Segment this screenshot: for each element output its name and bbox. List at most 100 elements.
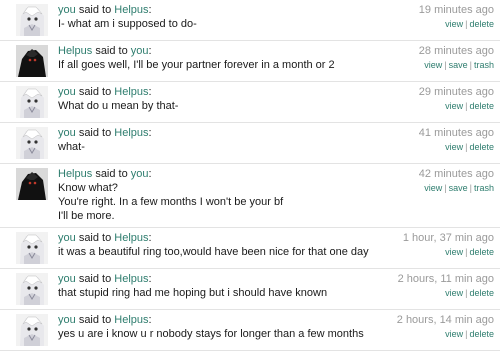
message-actions: view | save | trash [419,58,494,72]
message-meta: 41 minutes ago view | delete [419,125,494,154]
message-line: I- what am i supposed to do- [58,18,197,30]
delete-link[interactable]: delete [469,19,494,29]
recipient-name[interactable]: Helpus [114,273,148,285]
view-link[interactable]: view [445,288,463,298]
message-text: yes u are i know u r nobody stays for lo… [58,327,391,341]
delete-link[interactable]: delete [469,288,494,298]
action-separator: | [465,329,468,339]
delete-link[interactable]: delete [469,329,494,339]
anime-avatar[interactable] [16,4,48,36]
recipient-name[interactable]: you [131,168,149,180]
sender-name[interactable]: you [58,232,76,244]
action-separator: | [465,101,468,111]
message-row-8: you said to Helpus: yes u are i know u r… [0,310,500,351]
message-header: you said to Helpus: [58,231,397,245]
view-link[interactable]: view [424,60,442,70]
message-row-6: you said to Helpus: it was a beautiful r… [0,228,500,269]
sender-name[interactable]: you [58,273,76,285]
message-body: Helpus said to you: Know what? You're rig… [58,166,413,223]
message-actions: view | save | trash [419,181,494,195]
delete-link[interactable]: delete [469,101,494,111]
dark-avatar[interactable] [16,168,48,200]
view-link[interactable]: view [445,19,463,29]
message-actions: view | delete [419,140,494,154]
view-link[interactable]: view [445,142,463,152]
said-to-label: said to [78,127,115,139]
recipient-name[interactable]: Helpus [114,4,148,16]
said-to-label: said to [95,168,131,180]
view-link[interactable]: view [445,329,463,339]
message-actions: view | delete [419,17,494,31]
timestamp: 42 minutes ago [418,168,494,180]
timestamp: 2 hours, 14 min ago [396,314,494,326]
message-header: you said to Helpus: [58,3,413,17]
action-separator: | [465,19,468,29]
recipient-name[interactable]: Helpus [114,314,148,326]
recipient-name[interactable]: Helpus [114,127,148,139]
colon: : [148,127,152,139]
said-to-label: said to [78,232,115,244]
trash-link[interactable]: trash [474,183,494,193]
said-to-label: said to [78,314,115,326]
delete-link[interactable]: delete [469,142,494,152]
message-header: Helpus said to you: [58,167,413,181]
sender-name[interactable]: you [58,86,76,98]
timestamp: 1 hour, 37 min ago [402,232,494,244]
sender-name[interactable]: you [58,4,76,16]
message-line: that stupid ring had me hoping but i sho… [58,287,328,299]
colon: : [148,168,152,180]
recipient-name[interactable]: Helpus [114,86,148,98]
view-link[interactable]: view [445,247,463,257]
view-link[interactable]: view [424,183,442,193]
said-to-label: said to [78,86,115,98]
anime-avatar[interactable] [16,314,48,346]
timestamp: 29 minutes ago [418,86,494,98]
message-line: it was a beautiful ring too,would have b… [58,246,369,258]
action-separator: | [465,247,468,257]
timestamp: 2 hours, 11 min ago [397,273,494,285]
anime-avatar[interactable] [16,232,48,264]
message-line: what- [58,141,85,153]
message-meta: 42 minutes ago view | save | trash [419,166,494,195]
message-text: What do u mean by that- [58,99,413,113]
recipient-name[interactable]: you [131,45,149,57]
action-separator: | [469,60,472,70]
sender-name[interactable]: Helpus [58,45,92,57]
colon: : [148,86,152,98]
message-body: you said to Helpus: that stupid ring had… [58,271,392,300]
message-meta: 19 minutes ago view | delete [419,2,494,31]
anime-avatar[interactable] [16,86,48,118]
trash-link[interactable]: trash [474,60,494,70]
sender-name[interactable]: you [58,314,76,326]
message-header: you said to Helpus: [58,313,391,327]
timestamp: 28 minutes ago [418,45,494,57]
anime-avatar[interactable] [16,127,48,159]
action-separator: | [444,183,447,193]
message-meta: 2 hours, 11 min ago view | delete [398,271,494,300]
sender-name[interactable]: Helpus [58,168,92,180]
message-body: Helpus said to you: If all goes well, I'… [58,43,413,72]
save-link[interactable]: save [449,183,468,193]
sender-name[interactable]: you [58,127,76,139]
message-row-3: you said to Helpus: What do u mean by th… [0,82,500,123]
message-row-1: you said to Helpus: I- what am i suppose… [0,0,500,41]
message-body: you said to Helpus: what- [58,125,413,154]
timestamp: 41 minutes ago [418,127,494,139]
action-separator: | [444,60,447,70]
dark-avatar[interactable] [16,45,48,77]
colon: : [148,314,152,326]
message-header: Helpus said to you: [58,44,413,58]
message-meta: 1 hour, 37 min ago view | delete [403,230,494,259]
view-link[interactable]: view [445,101,463,111]
recipient-name[interactable]: Helpus [114,232,148,244]
colon: : [148,273,152,285]
save-link[interactable]: save [449,60,468,70]
delete-link[interactable]: delete [469,247,494,257]
said-to-label: said to [78,273,115,285]
message-actions: view | delete [397,327,494,341]
message-actions: view | delete [403,245,494,259]
colon: : [148,4,152,16]
anime-avatar[interactable] [16,273,48,305]
message-meta: 28 minutes ago view | save | trash [419,43,494,72]
action-separator: | [469,183,472,193]
